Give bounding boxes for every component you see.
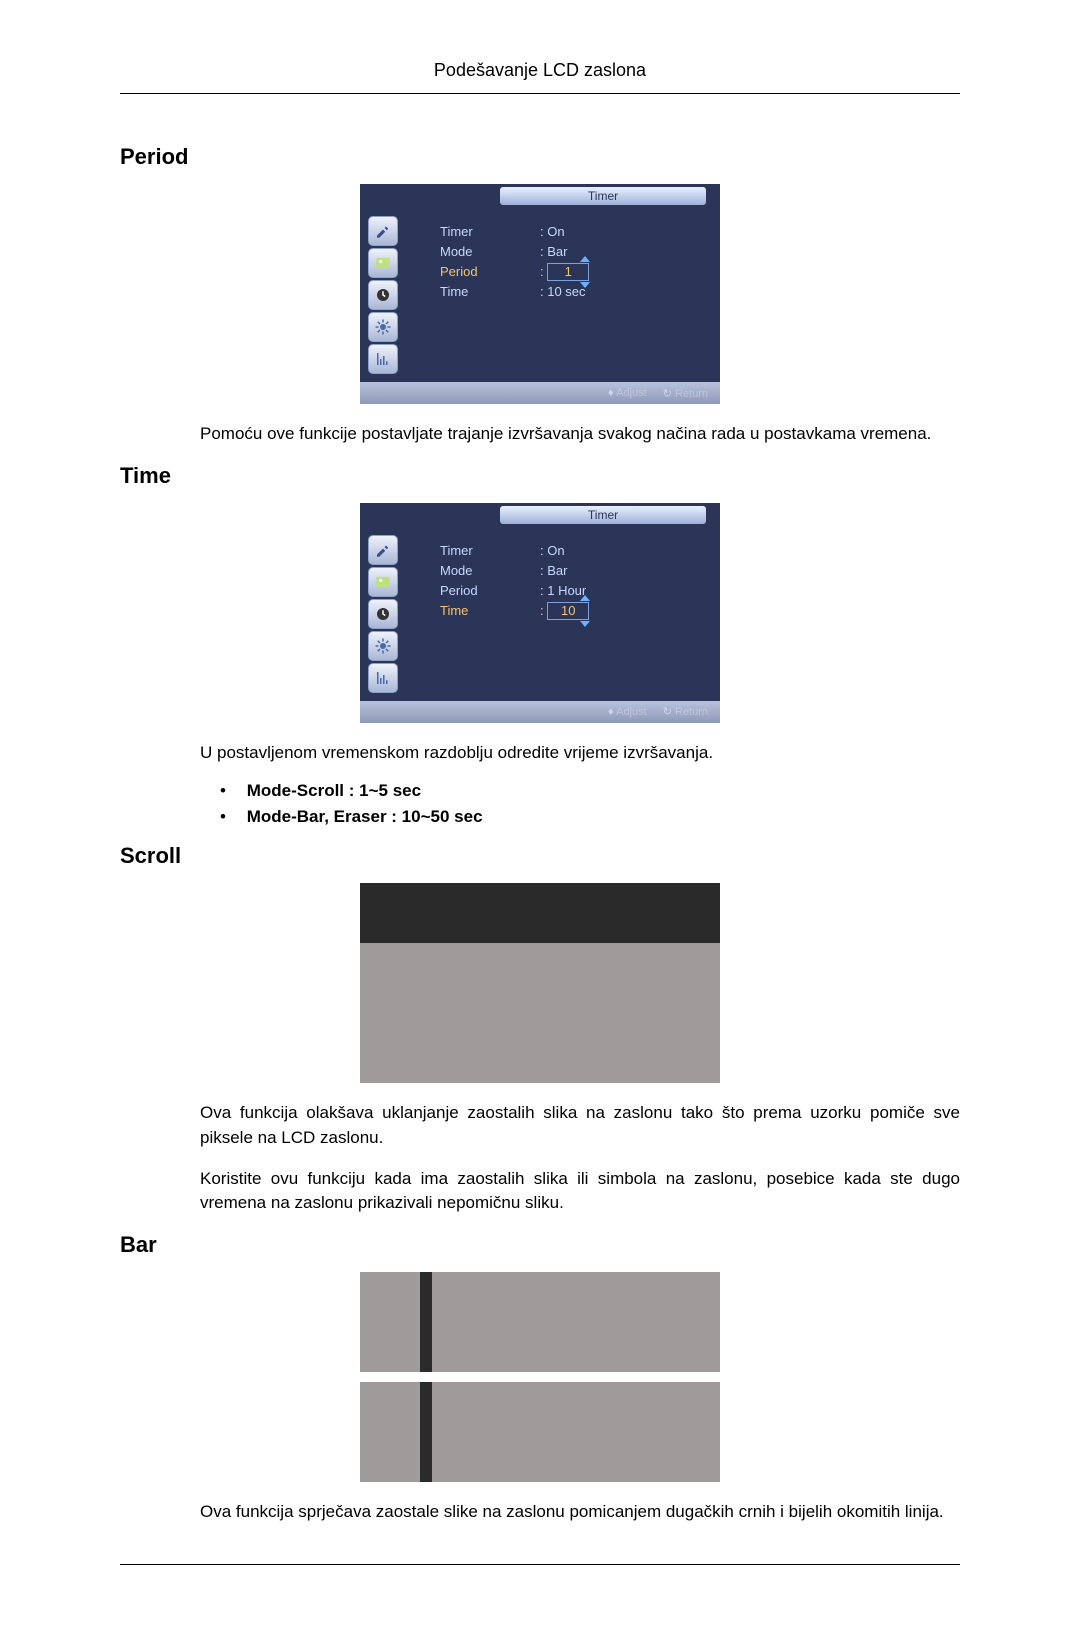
osd-label: Period — [440, 581, 540, 601]
scroll-illustration — [360, 883, 720, 1083]
osd-box-text: 10 — [561, 603, 575, 618]
arrow-up-icon — [580, 256, 590, 262]
osd-screenshot-period: Timer Timer : On Mode : Bar Period : — [360, 184, 720, 404]
arrow-up-icon — [580, 595, 590, 601]
osd-box-text: 1 — [565, 264, 572, 279]
osd-icon-rail — [368, 214, 440, 376]
bar-vertical-line — [420, 1272, 432, 1372]
osd-value: : On — [540, 541, 565, 561]
bar-gap — [432, 1372, 720, 1382]
osd-footer: ♦ Adjust ↻ Return — [360, 382, 720, 404]
bar-cell — [432, 1382, 720, 1482]
osd-row: Mode : Bar — [440, 561, 712, 581]
section-title-bar: Bar — [120, 1232, 960, 1258]
picture-icon — [368, 248, 398, 278]
osd-value: : Bar — [540, 561, 567, 581]
paragraph: Ova funkcija olakšava uklanjanje zaostal… — [200, 1101, 960, 1150]
osd-value-box: 10 — [547, 602, 589, 620]
clock-icon — [368, 280, 398, 310]
bar-gap — [420, 1372, 432, 1382]
osd-label: Period — [440, 262, 540, 282]
osd-value-prefix: : — [540, 603, 547, 618]
osd-row-selected: Time : 10 — [440, 601, 712, 621]
list-item-label: Mode-Bar, Eraser — [247, 807, 387, 826]
gear-icon — [368, 631, 398, 661]
chart-icon — [368, 663, 398, 693]
osd-label: Mode — [440, 561, 540, 581]
osd-value-prefix: : — [540, 264, 547, 279]
bar-cell — [360, 1272, 420, 1372]
clock-icon — [368, 599, 398, 629]
osd-footer-adjust: ♦ Adjust — [608, 706, 647, 718]
paragraph: Ova funkcija sprječava zaostale slike na… — [200, 1500, 960, 1525]
osd-icon-rail — [368, 533, 440, 695]
osd-label: Time — [440, 282, 540, 302]
scroll-dark-band — [360, 883, 720, 943]
picture-icon — [368, 567, 398, 597]
gear-icon — [368, 312, 398, 342]
osd-value-box: 1 — [547, 263, 589, 281]
scroll-grey-area — [360, 943, 720, 1083]
section-title-scroll: Scroll — [120, 843, 960, 869]
paragraph: Pomoću ove funkcije postavljate trajanje… — [200, 422, 960, 447]
osd-row: Mode : Bar — [440, 242, 712, 262]
brush-icon — [368, 535, 398, 565]
brush-icon — [368, 216, 398, 246]
bar-gap — [360, 1372, 420, 1382]
section-title-period: Period — [120, 144, 960, 170]
osd-label: Time — [440, 601, 540, 621]
osd-label: Mode — [440, 242, 540, 262]
list-item-label: Mode-Scroll — [247, 781, 344, 800]
bar-cell — [432, 1272, 720, 1372]
osd-value: : On — [540, 222, 565, 242]
osd-footer-return: ↻ Return — [663, 705, 708, 718]
list-item: Mode-Scroll : 1~5 sec — [220, 781, 960, 801]
osd-value: : 10 sec — [540, 282, 586, 302]
osd-label: Timer — [440, 222, 540, 242]
osd-label: Timer — [440, 541, 540, 561]
list-item-value: : 1~5 sec — [344, 781, 421, 800]
chart-icon — [368, 344, 398, 374]
bar-vertical-line — [420, 1382, 432, 1482]
osd-row: Period : 1 Hour — [440, 581, 712, 601]
osd-screenshot-time: Timer Timer : On Mode : Bar Period : 1 H… — [360, 503, 720, 723]
osd-title: Timer — [500, 187, 706, 205]
section-title-time: Time — [120, 463, 960, 489]
osd-row-selected: Period : 1 — [440, 262, 712, 282]
bullet-list: Mode-Scroll : 1~5 sec Mode-Bar, Eraser :… — [220, 781, 960, 827]
list-item: Mode-Bar, Eraser : 10~50 sec — [220, 807, 960, 827]
osd-value: : 1 — [540, 262, 589, 282]
page-title: Podešavanje LCD zaslona — [120, 60, 960, 94]
paragraph: Koristite ovu funkciju kada ima zaostali… — [200, 1167, 960, 1216]
arrow-down-icon — [580, 621, 590, 627]
osd-value: : 10 — [540, 601, 589, 621]
osd-footer-return: ↻ Return — [663, 387, 708, 400]
bar-cell — [360, 1382, 420, 1482]
footer-rule — [120, 1564, 960, 1565]
list-item-value: : 10~50 sec — [387, 807, 483, 826]
osd-row: Timer : On — [440, 541, 712, 561]
bar-illustration — [360, 1272, 720, 1482]
osd-row: Timer : On — [440, 222, 712, 242]
paragraph: U postavljenom vremenskom razdoblju odre… — [200, 741, 960, 766]
osd-row: Time : 10 sec — [440, 282, 712, 302]
osd-footer-adjust: ♦ Adjust — [608, 387, 647, 399]
osd-value: : Bar — [540, 242, 567, 262]
osd-title: Timer — [500, 506, 706, 524]
osd-footer: ♦ Adjust ↻ Return — [360, 701, 720, 723]
